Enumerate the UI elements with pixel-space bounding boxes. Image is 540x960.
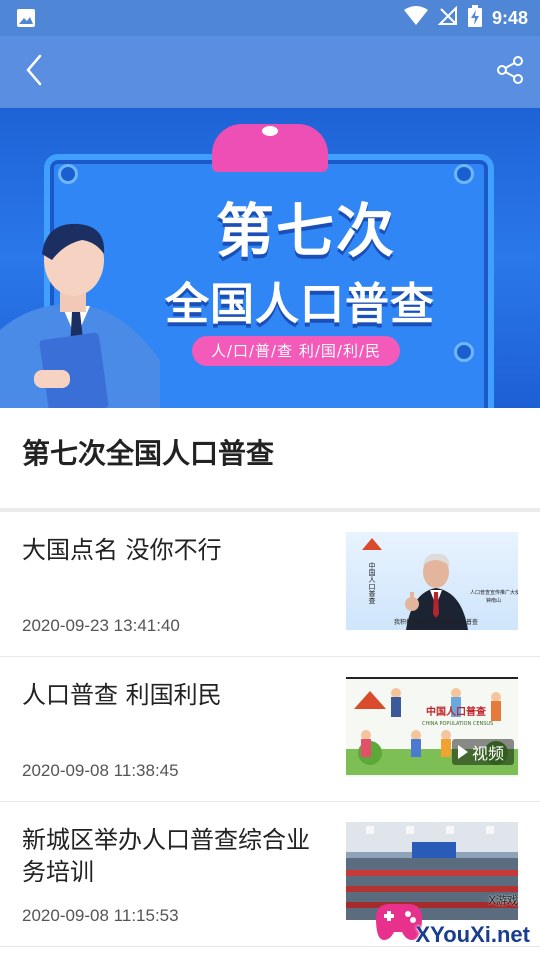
hero-banner: 第七次 全国人口普查 人/口/普/查 利/国/利/民 — [0, 108, 540, 408]
census-officer-illustration — [0, 223, 160, 408]
rivet-decoration — [454, 342, 474, 362]
thumb-caption: 我积极配合第七次全国人口普查 — [394, 618, 478, 626]
article-item[interactable]: 大国点名 没你不行 2020-09-23 13:41:40 中国人口普查 人口普… — [0, 512, 540, 657]
site-watermark: X游戏 XYouXi.net — [370, 892, 530, 948]
app-bar — [0, 36, 540, 108]
banner-slogan: 人/口/普/查 利/国/利/民 — [192, 336, 400, 366]
article-date: 2020-09-08 11:15:53 — [22, 906, 179, 925]
no-signal-icon — [437, 5, 458, 30]
article-item[interactable]: 人口普查 利国利民 2020-09-08 11:38:45 中国人口普查 CHI… — [0, 657, 540, 802]
battery-charging-icon — [467, 5, 482, 31]
article-thumbnail: 中国人口普查 人口普查宣传推广大使 钟南山 我积极配合第七次全国人口普查 — [346, 532, 518, 630]
rivet-decoration — [454, 164, 474, 184]
video-badge: 视频 — [472, 744, 504, 763]
status-bar: 9:48 — [0, 0, 540, 36]
article-title: 大国点名 没你不行 — [22, 536, 222, 564]
rivet-decoration — [58, 164, 78, 184]
banner-title-line1: 第七次 — [215, 197, 396, 265]
back-button[interactable] — [12, 50, 56, 94]
article-date: 2020-09-08 11:38:45 — [22, 761, 179, 780]
article-date: 2020-09-23 13:41:40 — [22, 616, 180, 635]
image-notification-icon — [16, 8, 36, 28]
article-title: 人口普查 利国利民 — [22, 681, 222, 709]
status-time: 9:48 — [491, 7, 528, 28]
watermark-brand: XYouXi.net — [415, 922, 531, 947]
banner-clip-hole — [262, 126, 278, 136]
watermark-small-text: X游戏 — [488, 894, 518, 907]
title-section: 第七次全国人口普查 — [0, 408, 540, 508]
share-icon — [495, 55, 525, 89]
svg-text:钟南山: 钟南山 — [486, 597, 501, 604]
banner-title-line2: 全国人口普查 — [165, 279, 435, 330]
thumb-subtitle: CHINA POPULATION CENSUS — [422, 721, 493, 727]
article-thumbnail: 中国人口普查 CHINA POPULATION CENSUS 视频 — [346, 677, 518, 777]
article-title: 新城区举办人口普查综合业务培训 — [22, 826, 310, 886]
thumb-logo-text: 中国人口普查 — [426, 705, 487, 718]
svg-text:人口普查宣传推广大使: 人口普查宣传推广大使 — [470, 589, 518, 596]
page-title: 第七次全国人口普查 — [22, 437, 275, 470]
wifi-icon — [403, 6, 428, 30]
chevron-left-icon — [24, 54, 44, 90]
thumb-logo-text: 中国人口普查 — [368, 561, 376, 604]
share-button[interactable] — [488, 50, 532, 94]
